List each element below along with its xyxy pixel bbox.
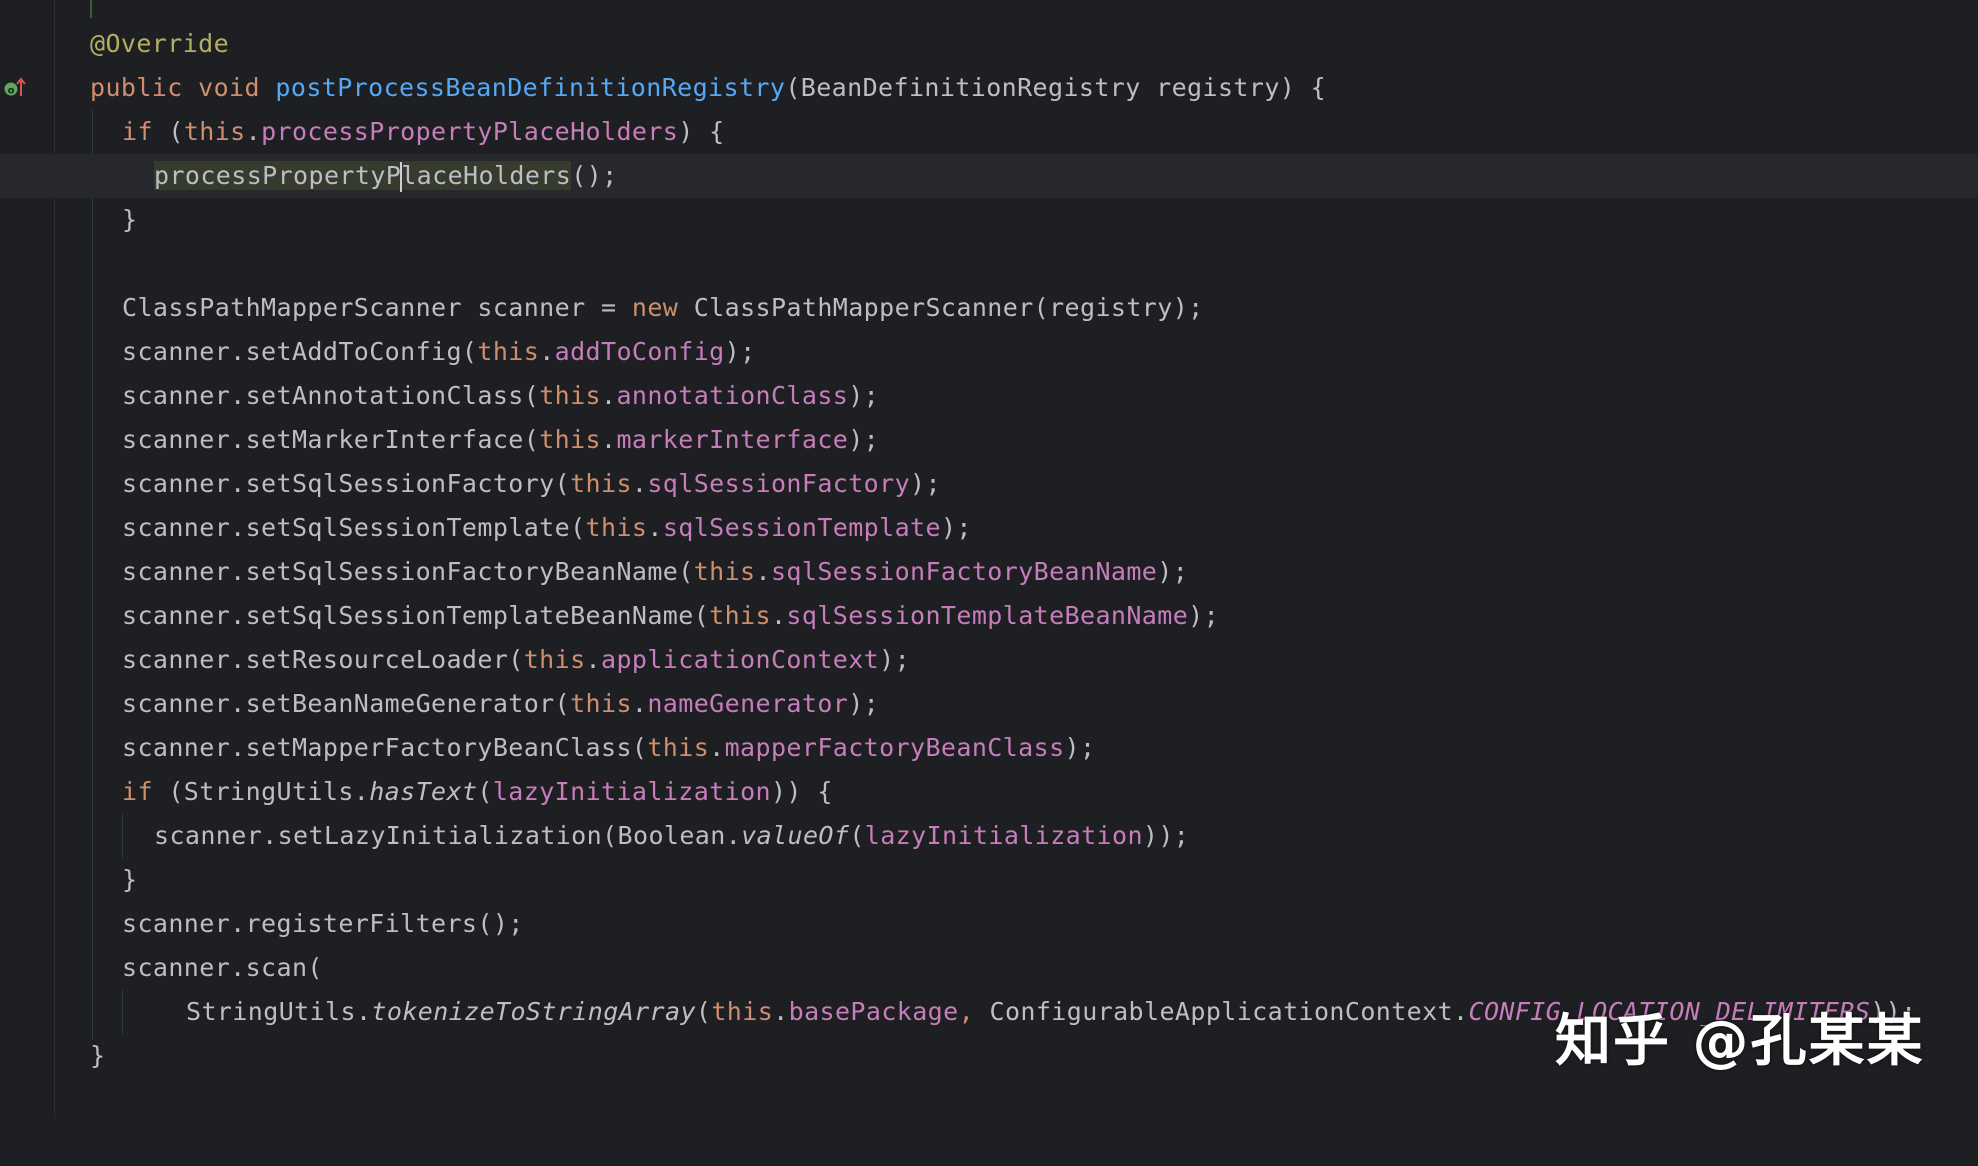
code-lines[interactable]: @Override public void postProcessBeanDef…: [0, 22, 1978, 1078]
code-line[interactable]: scanner.setLazyInitialization(Boolean.va…: [0, 814, 1978, 858]
code-line[interactable]: @Override: [0, 22, 1978, 66]
code-editor[interactable]: o @Override public void postProcessBeanD…: [0, 0, 1978, 1118]
code-line[interactable]: scanner.setMarkerInterface(this.markerIn…: [0, 418, 1978, 462]
close-brace: }: [122, 865, 138, 894]
method-modifiers: public void: [90, 73, 276, 102]
keyword-if: if: [122, 117, 153, 146]
code-line[interactable]: scanner.setSqlSessionFactory(this.sqlSes…: [0, 462, 1978, 506]
code-line[interactable]: }: [0, 198, 1978, 242]
code-line[interactable]: scanner.setResourceLoader(this.applicati…: [0, 638, 1978, 682]
fold-guide: [90, 0, 92, 18]
method-call: processPropertyP: [154, 161, 402, 190]
code-line[interactable]: scanner.setSqlSessionFactoryBeanName(thi…: [0, 550, 1978, 594]
code-line[interactable]: public void postProcessBeanDefinitionReg…: [0, 66, 1978, 110]
method-name: postProcessBeanDefinitionRegistry: [275, 73, 786, 102]
watermark: 知乎 @孔某某: [1555, 1009, 1925, 1074]
method-close-brace: }: [90, 1041, 106, 1070]
code-line[interactable]: scanner.setSqlSessionTemplate(this.sqlSe…: [0, 506, 1978, 550]
field-ref: processPropertyPlaceHolders: [261, 117, 679, 146]
code-line[interactable]: scanner.setAnnotationClass(this.annotati…: [0, 374, 1978, 418]
annotation-override: @Override: [90, 29, 230, 58]
code-line[interactable]: scanner.setMapperFactoryBeanClass(this.m…: [0, 726, 1978, 770]
code-line[interactable]: if (StringUtils.hasText(lazyInitializati…: [0, 770, 1978, 814]
current-code-line[interactable]: processPropertyPlaceHolders();: [0, 154, 1978, 198]
method-params: (BeanDefinitionRegistry registry) {: [785, 73, 1327, 102]
code-line[interactable]: scanner.setAddToConfig(this.addToConfig)…: [0, 330, 1978, 374]
keyword-this: this: [183, 117, 246, 146]
code-line[interactable]: if (this.processPropertyPlaceHolders) {: [0, 110, 1978, 154]
code-line[interactable]: scanner.setSqlSessionTemplateBeanName(th…: [0, 594, 1978, 638]
keyword-new: new: [631, 293, 679, 322]
code-line[interactable]: scanner.registerFilters();: [0, 902, 1978, 946]
code-line-blank[interactable]: [0, 242, 1978, 286]
close-brace: }: [122, 205, 138, 234]
code-line[interactable]: }: [0, 858, 1978, 902]
code-line[interactable]: scanner.scan(: [0, 946, 1978, 990]
code-line[interactable]: ClassPathMapperScanner scanner = new Cla…: [0, 286, 1978, 330]
code-line[interactable]: scanner.setBeanNameGenerator(this.nameGe…: [0, 682, 1978, 726]
